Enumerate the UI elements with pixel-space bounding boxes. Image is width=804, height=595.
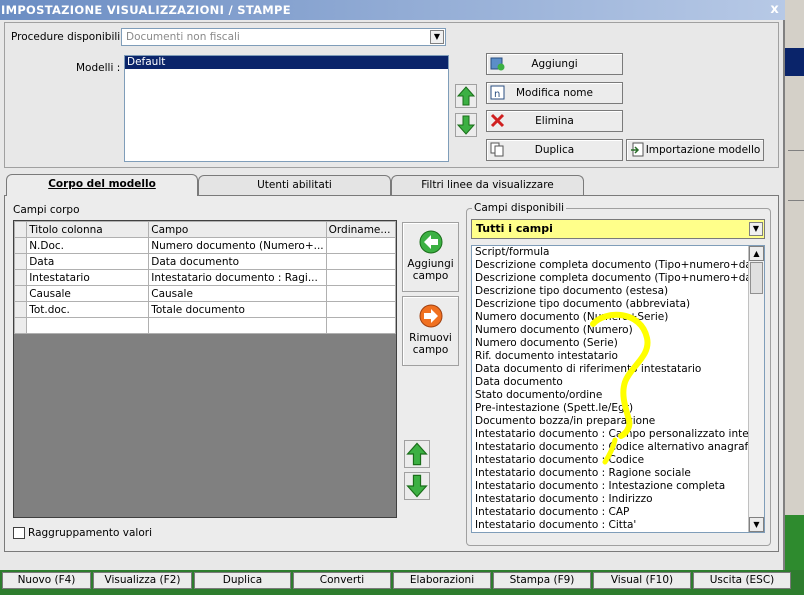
rimuovi-campo-button[interactable]: Rimuovi campo — [402, 296, 459, 366]
window-title: IMPOSTAZIONE VISUALIZZAZIONI / STAMPE — [1, 3, 291, 17]
importazione-modello-button[interactable]: Importazione modello — [626, 139, 764, 161]
add-model-icon — [490, 57, 505, 71]
campi-corpo-label: Campi corpo — [13, 204, 80, 216]
list-item[interactable]: Documento bozza/in preparazione — [472, 415, 764, 428]
table-row[interactable]: Causale Causale — [13, 285, 397, 302]
move-up-button[interactable] — [455, 84, 477, 108]
list-item[interactable]: Intestatario documento : CAP — [472, 506, 764, 519]
grid-header: Titolo colonna Campo Ordiname... — [13, 221, 397, 238]
scroll-up-icon[interactable]: ▲ — [749, 246, 764, 261]
elaborazioni-button[interactable]: Elaborazioni — [393, 572, 491, 589]
list-item[interactable]: Numero documento (Numero+Serie) — [472, 311, 764, 324]
table-row[interactable]: N.Doc. Numero documento (Numero+... — [13, 237, 397, 254]
list-item[interactable]: Default — [125, 56, 448, 69]
arrow-left-icon — [419, 230, 442, 254]
field-down-button[interactable] — [404, 472, 430, 500]
background-desktop — [785, 0, 804, 570]
column-header[interactable]: Titolo colonna — [26, 221, 150, 238]
copy-icon — [490, 142, 504, 157]
title-bar: IMPOSTAZIONE VISUALIZZAZIONI / STAMPE x — [0, 0, 785, 20]
arrow-up-icon — [456, 86, 476, 106]
aggiungi-campo-button[interactable]: Aggiungi campo — [402, 222, 459, 292]
list-item[interactable]: Numero documento (Serie) — [472, 337, 764, 350]
uscita-button[interactable]: Uscita (ESC) — [693, 572, 791, 589]
campi-corpo-grid[interactable]: Titolo colonna Campo Ordiname... N.Doc. N… — [13, 220, 397, 518]
list-item[interactable]: Stato documento/ordine — [472, 389, 764, 402]
table-row[interactable]: Tot.doc. Totale documento — [13, 301, 397, 318]
procedure-select[interactable]: Documenti non fiscali ▼ — [121, 28, 446, 46]
list-item[interactable]: Data documento di riferimento intestatar… — [472, 363, 764, 376]
scrollbar[interactable]: ▲ ▼ — [748, 246, 764, 532]
aggiungi-button[interactable]: Aggiungi — [486, 53, 623, 75]
list-item[interactable]: Intestatario documento : Citta' — [472, 519, 764, 532]
list-item[interactable]: Intestatario documento : Ragione sociale — [472, 467, 764, 480]
list-item[interactable]: Intestatario documento : Indirizzo — [472, 493, 764, 506]
list-item[interactable]: Descrizione completa documento (Tipo+num… — [472, 259, 764, 272]
campi-disponibili-list[interactable]: Script/formula Descrizione completa docum… — [471, 245, 765, 533]
tab-corpo-modello[interactable]: Corpo del modello — [6, 174, 198, 196]
list-item[interactable]: Script/formula — [472, 246, 764, 259]
list-item[interactable]: Descrizione completa documento (Tipo+num… — [472, 272, 764, 285]
list-item[interactable]: Intestatario documento : Codice — [472, 454, 764, 467]
arrow-down-icon — [456, 115, 476, 135]
column-header[interactable]: Ordiname... — [325, 221, 397, 238]
modelli-list[interactable]: Default — [124, 55, 449, 162]
duplica-footer-button[interactable]: Duplica — [194, 572, 291, 589]
scroll-down-icon[interactable]: ▼ — [749, 517, 764, 532]
modifica-nome-button[interactable]: n Modifica nome — [486, 82, 623, 104]
table-row[interactable]: Data Data documento — [13, 253, 397, 270]
move-down-button[interactable] — [455, 113, 477, 137]
visual-button[interactable]: Visual (F10) — [593, 572, 691, 589]
campi-disponibili-label: Campi disponibili — [472, 202, 567, 214]
settings-window: IMPOSTAZIONE VISUALIZZAZIONI / STAMPE x … — [0, 0, 785, 570]
raggruppamento-label: Raggruppamento valori — [28, 527, 153, 539]
procedure-label: Procedure disponibili : — [11, 31, 128, 43]
chevron-down-icon[interactable]: ▼ — [749, 222, 763, 236]
rename-icon: n — [490, 85, 505, 100]
arrow-up-icon — [406, 442, 428, 466]
list-item[interactable]: Intestatario documento : Campo personali… — [472, 428, 764, 441]
list-item[interactable]: Descrizione tipo documento (abbreviata) — [472, 298, 764, 311]
list-item[interactable]: Numero documento (Numero) — [472, 324, 764, 337]
scroll-thumb[interactable] — [750, 262, 763, 294]
list-item[interactable]: Intestatario documento : Intestazione co… — [472, 480, 764, 493]
modelli-label: Modelli : — [76, 62, 121, 74]
table-row[interactable] — [13, 317, 397, 334]
duplica-button[interactable]: Duplica — [486, 139, 623, 161]
elimina-button[interactable]: Elimina — [486, 110, 623, 132]
arrow-down-icon — [406, 474, 428, 498]
table-row[interactable]: Intestatario Intestatario documento : Rag… — [13, 269, 397, 286]
close-icon[interactable]: x — [770, 0, 779, 20]
import-icon — [631, 142, 644, 157]
chevron-down-icon[interactable]: ▼ — [430, 30, 444, 44]
visualizza-button[interactable]: Visualizza (F2) — [93, 572, 192, 589]
nuovo-button[interactable]: Nuovo (F4) — [2, 572, 91, 589]
list-item[interactable]: Data documento — [472, 376, 764, 389]
field-up-button[interactable] — [404, 440, 430, 468]
tab-utenti-abilitati[interactable]: Utenti abilitati — [198, 175, 391, 195]
column-header[interactable]: Campo — [148, 221, 327, 238]
campi-filter-select[interactable]: Tutti i campi ▼ — [471, 219, 765, 239]
arrow-right-icon — [419, 304, 442, 328]
list-item[interactable]: Pre-intestazione (Spett.le/Egr) — [472, 402, 764, 415]
list-item[interactable]: Rif. documento intestatario — [472, 350, 764, 363]
raggruppamento-checkbox[interactable] — [13, 527, 25, 539]
svg-text:n: n — [494, 89, 500, 100]
tab-filtri-linee[interactable]: Filtri linee da visualizzare — [391, 175, 584, 195]
delete-icon — [490, 113, 505, 128]
grid-table: Titolo colonna Campo Ordiname... N.Doc. N… — [13, 221, 397, 334]
list-item[interactable]: Descrizione tipo documento (estesa) — [472, 285, 764, 298]
list-item[interactable]: Intestatario documento : Codice alternat… — [472, 441, 764, 454]
stampa-button[interactable]: Stampa (F9) — [493, 572, 591, 589]
converti-button[interactable]: Converti — [293, 572, 391, 589]
